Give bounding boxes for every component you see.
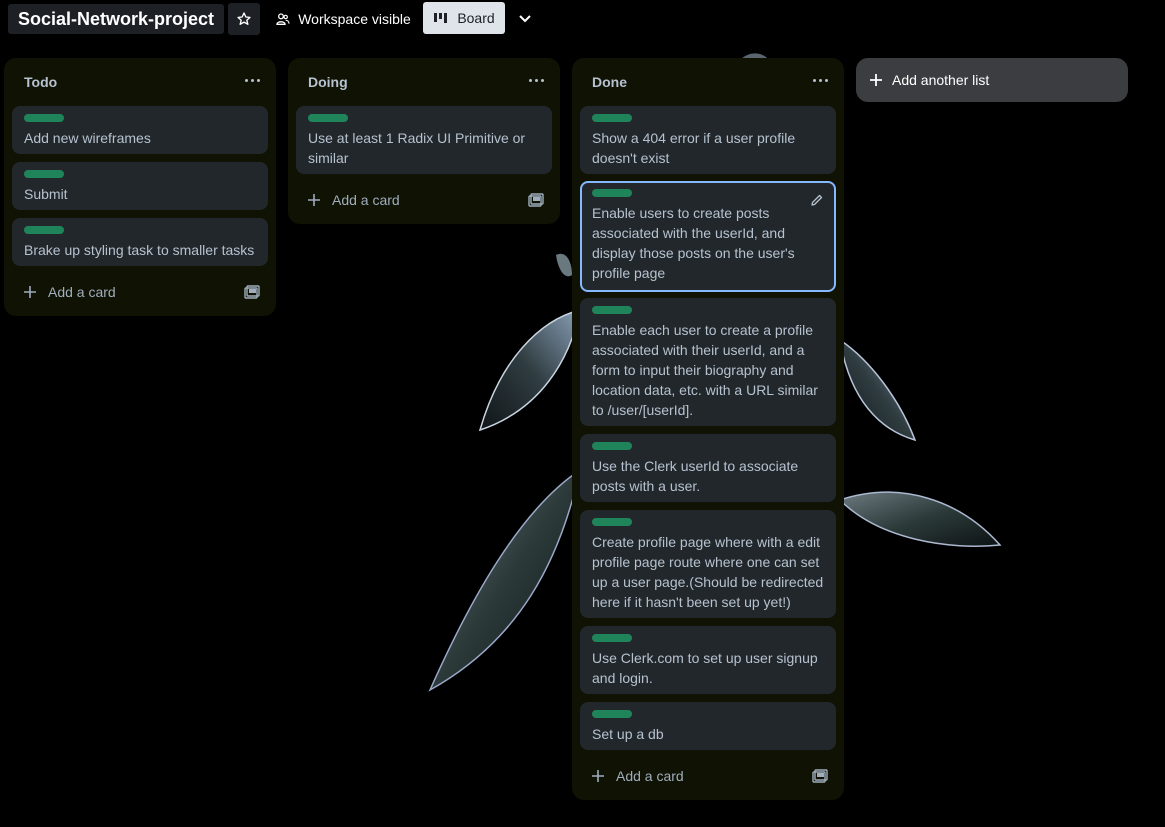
plus-icon xyxy=(870,74,882,86)
view-switcher-button[interactable] xyxy=(510,3,540,35)
plus-icon xyxy=(24,286,36,298)
board-header: Social-Network-project Workspace visible… xyxy=(0,0,1165,40)
card-title: Create profile page where with a edit pr… xyxy=(592,534,824,610)
card-label-green[interactable] xyxy=(24,114,64,122)
star-icon xyxy=(237,12,251,25)
board-view-button[interactable]: Board xyxy=(423,2,505,34)
card-title: Set up a db xyxy=(592,726,664,742)
plus-icon xyxy=(592,770,604,782)
star-button[interactable] xyxy=(228,3,260,35)
more-dot-icon xyxy=(818,78,822,82)
workspace-visibility-label: Workspace visible xyxy=(298,11,411,27)
more-dot-icon xyxy=(256,78,260,82)
card-label-green[interactable] xyxy=(592,518,632,526)
card[interactable]: Use Clerk.com to set up user signup and … xyxy=(580,626,836,694)
plus-icon xyxy=(308,194,320,206)
list-menu-button[interactable] xyxy=(242,70,262,90)
more-dot-icon xyxy=(540,78,544,82)
card[interactable]: Submit xyxy=(12,162,268,210)
add-card-label: Add a card xyxy=(48,284,116,300)
pencil-icon[interactable] xyxy=(810,193,824,207)
card-label-green[interactable] xyxy=(308,114,348,122)
card-selected[interactable]: Enable users to create posts associated … xyxy=(580,181,836,292)
card-label-green[interactable] xyxy=(592,710,632,718)
list-header: Doing xyxy=(288,58,560,106)
add-card-button[interactable]: Add a card xyxy=(580,760,836,792)
list-header: Todo xyxy=(4,58,276,106)
card-label-green[interactable] xyxy=(592,442,632,450)
workspace-visibility-button[interactable]: Workspace visible xyxy=(268,3,418,35)
list-doing[interactable]: Doing Use at least 1 Radix UI Primitive … xyxy=(288,58,560,224)
card[interactable]: Add new wireframes xyxy=(12,106,268,154)
add-card-button[interactable]: Add a card xyxy=(12,276,268,308)
card-title: Add new wireframes xyxy=(24,130,151,146)
list-title[interactable]: Todo xyxy=(24,74,57,90)
card[interactable]: Enable each user to create a profile ass… xyxy=(580,298,836,426)
add-another-list-button[interactable]: Add another list xyxy=(856,58,1128,102)
card[interactable]: Set up a db xyxy=(580,702,836,750)
add-card-label: Add a card xyxy=(332,192,400,208)
card[interactable]: Brake up styling task to smaller tasks xyxy=(12,218,268,266)
card-title: Show a 404 error if a user profile doesn… xyxy=(592,130,796,166)
card[interactable]: Use the Clerk userId to associate posts … xyxy=(580,434,836,502)
card-label-green[interactable] xyxy=(592,634,632,642)
card-title: Use the Clerk userId to associate posts … xyxy=(592,458,799,494)
card-label-green[interactable] xyxy=(592,306,632,314)
add-card-button[interactable]: Add a card xyxy=(296,184,552,216)
people-icon xyxy=(276,13,290,25)
list-todo[interactable]: Todo Add new wireframes Submit Brake up … xyxy=(4,58,276,316)
card-template-icon[interactable] xyxy=(812,769,828,783)
list-menu-button[interactable] xyxy=(526,70,546,90)
card-template-icon[interactable] xyxy=(528,193,544,207)
more-dot-icon xyxy=(244,78,248,82)
card-title: Use Clerk.com to set up user signup and … xyxy=(592,650,818,686)
add-list-label: Add another list xyxy=(892,72,990,88)
card-label-green[interactable] xyxy=(24,170,64,178)
card-label-green[interactable] xyxy=(592,189,632,197)
card-label-green[interactable] xyxy=(24,226,64,234)
card[interactable]: Use at least 1 Radix UI Primitive or sim… xyxy=(296,106,552,174)
card-title: Brake up styling task to smaller tasks xyxy=(24,242,255,258)
board-title[interactable]: Social-Network-project xyxy=(8,4,225,34)
card[interactable]: Show a 404 error if a user profile doesn… xyxy=(580,106,836,174)
list-header: Done xyxy=(572,58,844,106)
card-title: Use at least 1 Radix UI Primitive or sim… xyxy=(308,130,526,166)
board-view-label: Board xyxy=(457,10,495,26)
card-title: Submit xyxy=(24,186,68,202)
card-title: Enable users to create posts associated … xyxy=(592,205,795,281)
card-label-green[interactable] xyxy=(592,114,632,122)
list-menu-button[interactable] xyxy=(810,70,830,90)
card[interactable]: Create profile page where with a edit pr… xyxy=(580,510,836,618)
chevron-down-icon xyxy=(519,15,531,23)
add-card-label: Add a card xyxy=(616,768,684,784)
list-title[interactable]: Done xyxy=(592,74,627,90)
card-title: Enable each user to create a profile ass… xyxy=(592,322,818,418)
more-dot-icon xyxy=(812,78,816,82)
board-icon xyxy=(434,13,448,23)
list-title[interactable]: Doing xyxy=(308,74,348,90)
more-dot-icon xyxy=(534,78,538,82)
list-done[interactable]: Done Show a 404 error if a user profile … xyxy=(572,58,844,800)
card-template-icon[interactable] xyxy=(244,285,260,299)
more-dot-icon xyxy=(824,78,828,82)
more-dot-icon xyxy=(528,78,532,82)
more-dot-icon xyxy=(250,78,254,82)
